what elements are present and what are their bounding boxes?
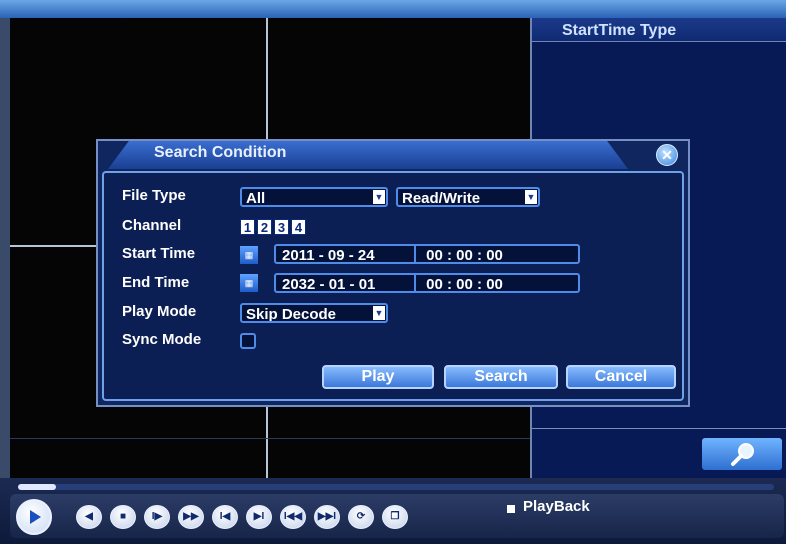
- play-mode-value: Skip Decode: [246, 306, 337, 323]
- end-date-field[interactable]: 2032 - 01 - 01 00 : 00 : 00: [274, 273, 580, 293]
- channel-4-checkbox[interactable]: 4: [291, 219, 306, 235]
- channel-label: Channel: [122, 217, 182, 234]
- magnifier-icon: [731, 443, 754, 466]
- read-write-value: Read/Write: [402, 190, 481, 207]
- close-icon[interactable]: ✕: [656, 144, 678, 166]
- skip-back-icon[interactable]: I◀◀: [280, 505, 306, 529]
- chevron-down-icon: ▼: [373, 190, 385, 204]
- starttime-type-header: StartTime Type: [532, 18, 786, 42]
- start-date-field[interactable]: 2011 - 09 - 24 00 : 00 : 00: [274, 244, 580, 264]
- sync-mode-checkbox[interactable]: [240, 333, 256, 349]
- play-button[interactable]: Play: [322, 365, 434, 389]
- cancel-button[interactable]: Cancel: [566, 365, 676, 389]
- end-time-value: 00 : 00 : 00: [426, 276, 503, 293]
- file-type-value: All: [246, 190, 266, 207]
- end-date-value: 2032 - 01 - 01: [276, 275, 416, 291]
- window-icon[interactable]: ❐: [382, 505, 408, 529]
- start-time-label: Start Time: [122, 245, 196, 262]
- progress-fill: [18, 484, 56, 490]
- play-icon[interactable]: [16, 499, 52, 535]
- dialog-body: File Type All ▼ Read/Write ▼ Channel 1 2…: [102, 171, 684, 401]
- search-condition-dialog: Search Condition ✕ File Type All ▼ Read/…: [96, 139, 690, 407]
- progress-track[interactable]: [18, 484, 774, 490]
- step-icon[interactable]: I▶: [144, 505, 170, 529]
- play-mode-label: Play Mode: [122, 303, 197, 320]
- dialog-title: Search Condition: [154, 144, 287, 161]
- refresh-icon[interactable]: ⟳: [348, 505, 374, 529]
- left-edge-strip: [0, 18, 10, 478]
- start-time-value: 00 : 00 : 00: [426, 247, 503, 264]
- prev-icon[interactable]: ◀: [76, 505, 102, 529]
- playback-label: PlayBack: [523, 498, 590, 515]
- start-date-value: 2011 - 09 - 24: [276, 246, 416, 262]
- calendar-icon[interactable]: ▦: [240, 274, 258, 292]
- panel-divider: [532, 428, 786, 429]
- chevron-down-icon: ▼: [373, 306, 385, 320]
- search-files-button[interactable]: [702, 438, 782, 470]
- skip-forward-icon[interactable]: ▶▶I: [314, 505, 340, 529]
- playback-indicator: [507, 505, 515, 513]
- file-type-label: File Type: [122, 187, 186, 204]
- top-bar: [0, 0, 786, 18]
- channel-2-checkbox[interactable]: 2: [257, 219, 272, 235]
- grid-divider-horizontal-2: [10, 438, 530, 439]
- search-button[interactable]: Search: [444, 365, 558, 389]
- sync-mode-label: Sync Mode: [122, 331, 202, 348]
- channel-3-checkbox[interactable]: 3: [274, 219, 289, 235]
- end-time-label: End Time: [122, 274, 190, 291]
- fast-forward-icon[interactable]: ▶▶: [178, 505, 204, 529]
- file-type-select[interactable]: All ▼: [240, 187, 388, 207]
- calendar-icon[interactable]: ▦: [240, 246, 258, 264]
- chevron-down-icon: ▼: [525, 190, 537, 204]
- play-triangle: [30, 510, 41, 524]
- play-mode-select[interactable]: Skip Decode ▼: [240, 303, 388, 323]
- read-write-select[interactable]: Read/Write ▼: [396, 187, 540, 207]
- stop-icon[interactable]: ■: [110, 505, 136, 529]
- frame-back-icon[interactable]: I◀: [212, 505, 238, 529]
- channel-1-checkbox[interactable]: 1: [240, 219, 255, 235]
- frame-forward-icon[interactable]: ▶I: [246, 505, 272, 529]
